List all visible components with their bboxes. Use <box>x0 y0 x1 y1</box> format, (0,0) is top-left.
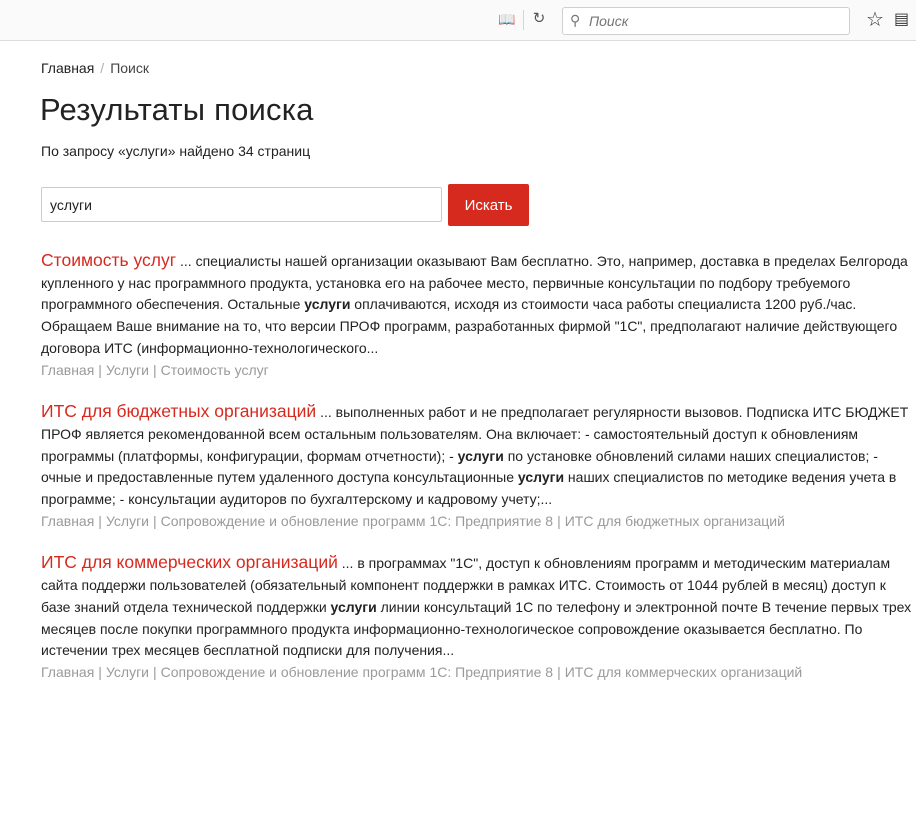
path-separator: | <box>557 512 561 529</box>
breadcrumb-current: Поиск <box>110 60 149 76</box>
browser-search-input[interactable] <box>587 8 841 34</box>
result-title-link[interactable]: Стоимость услуг <box>41 250 176 270</box>
breadcrumb-home-link[interactable]: Главная <box>41 60 94 76</box>
search-button[interactable]: Искать <box>448 184 529 226</box>
path-separator: | <box>557 663 561 680</box>
result-snippet: ИТС для коммерческих организаций ... в п… <box>41 552 913 662</box>
result-snippet: Стоимость услуг ... специалисты нашей ор… <box>41 250 913 360</box>
result-path: Главная | Услуги | Сопровождение и обновлени… <box>41 662 913 684</box>
search-result: ИТС для коммерческих организаций ... в п… <box>41 552 913 683</box>
library-icon[interactable]: ▤ <box>894 9 914 31</box>
search-summary: По запросу «услуги» найдено 34 страниц <box>41 143 311 159</box>
path-link[interactable]: Сопровождение и обновление программ 1С: … <box>161 664 553 680</box>
path-link[interactable]: Услуги <box>106 362 149 378</box>
path-link[interactable]: Стоимость услуг <box>161 362 269 378</box>
reload-icon[interactable]: ↻ <box>530 10 548 28</box>
path-separator: | <box>153 663 157 680</box>
path-link[interactable]: Услуги <box>106 513 149 529</box>
path-link[interactable]: ИТС для коммерческих организаций <box>565 664 803 680</box>
path-link[interactable]: Сопровождение и обновление программ 1С: … <box>161 513 553 529</box>
highlighted-term: услуги <box>304 296 351 313</box>
result-title-link[interactable]: ИТС для коммерческих организаций <box>41 552 338 572</box>
path-separator: | <box>98 512 102 529</box>
result-path: Главная | Услуги | Стоимость услуг <box>41 360 913 382</box>
result-title-link[interactable]: ИТС для бюджетных организаций <box>41 401 316 421</box>
reader-view-icon[interactable]: 📖 <box>498 11 516 27</box>
browser-toolbar: 📖 ↻ ⚲ ☆ ▤ <box>0 0 916 41</box>
highlighted-term: услуги <box>330 598 377 615</box>
search-icon: ⚲ <box>570 12 581 28</box>
result-snippet: ИТС для бюджетных организаций ... выполн… <box>41 401 913 511</box>
path-link[interactable]: Услуги <box>106 664 149 680</box>
page-title: Результаты поиска <box>40 92 314 127</box>
bookmark-star-icon[interactable]: ☆ <box>866 7 884 32</box>
path-link[interactable]: Главная <box>41 664 94 680</box>
path-separator: | <box>98 663 102 680</box>
path-separator: | <box>153 512 157 529</box>
path-link[interactable]: Главная <box>41 513 94 529</box>
search-input[interactable] <box>41 187 442 222</box>
search-result: Стоимость услуг ... специалисты нашей ор… <box>41 250 913 381</box>
path-separator: | <box>153 361 157 378</box>
toolbar-divider <box>523 10 524 30</box>
path-separator: | <box>98 361 102 378</box>
path-link[interactable]: ИТС для бюджетных организаций <box>565 513 785 529</box>
path-link[interactable]: Главная <box>41 362 94 378</box>
highlighted-term: услуги <box>457 447 504 464</box>
result-path: Главная | Услуги | Сопровождение и обновлени… <box>41 511 913 533</box>
search-results: Стоимость услуг ... специалисты нашей ор… <box>41 250 913 704</box>
highlighted-term: услуги <box>517 469 565 486</box>
browser-search-box[interactable]: ⚲ <box>562 7 850 35</box>
breadcrumb-separator: / <box>100 60 105 76</box>
breadcrumb: Главная / Поиск <box>41 60 149 76</box>
search-result: ИТС для бюджетных организаций ... выполн… <box>41 401 913 532</box>
